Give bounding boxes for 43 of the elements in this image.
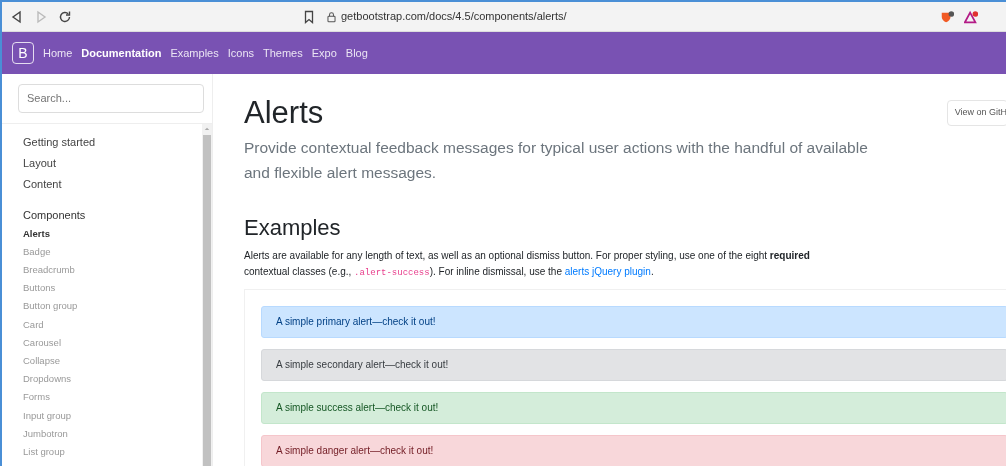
nav-link[interactable]: Blog [345,44,368,62]
sidebar-item[interactable]: Badge [23,242,51,261]
sidebar-item[interactable]: Forms [23,388,50,407]
triangle-icon[interactable] [964,9,978,24]
scrollbar[interactable] [202,123,212,466]
sidebar-item[interactable]: List group [23,442,65,462]
brand-logo[interactable]: B [12,42,34,64]
nav-link[interactable]: Examples [170,44,219,62]
sidebar-item[interactable]: Alerts [23,224,50,243]
nav-link[interactable]: Themes [263,44,303,62]
back-icon[interactable] [10,9,24,24]
page-title: Alerts [244,94,324,132]
sidebar-item[interactable]: Dropdowns [23,370,72,389]
section-heading: Examples [244,215,342,242]
sidebar-item[interactable]: Content [23,173,62,195]
search-field[interactable]: Search... [18,84,204,113]
nav-link[interactable]: Documentation [81,44,162,62]
sidebar-item[interactable]: Getting started [23,131,96,153]
alert-message: A simple secondary alert—check it out! [261,348,1006,381]
nav-link[interactable]: Expo [311,44,337,62]
sidebar-item[interactable]: Button group [23,297,78,316]
sidebar-item[interactable]: Input group [23,406,72,425]
alert-message: A simple success alert—check it out! [261,391,1006,424]
sidebar-heading: Components [23,207,87,223]
lead-text: Provide contextual feedback messages for typical user actions with the handful of available and flexible alert messages. [244,138,869,184]
reload-icon[interactable] [58,9,72,24]
address-text: getbootstrap.com/docs/4.5/components/alerts/ [341,9,567,25]
docs-link[interactable]: alerts jQuery plugin [564,265,651,277]
github-button[interactable]: View on GitH [946,100,1006,126]
shield-icon[interactable] [940,9,954,24]
sidebar-item[interactable]: Collapse [23,351,60,371]
lock-icon [326,9,337,24]
sidebar-item[interactable]: Buttons [23,279,56,298]
sidebar-item[interactable]: Breadcrumb [23,260,75,280]
nav-link[interactable]: Home [43,44,73,62]
bookmark-icon[interactable] [302,9,316,24]
sidebar-item[interactable]: Carousel [23,333,62,352]
sidebar-item[interactable]: Layout [23,152,57,174]
alert-message: A simple primary alert—check it out! [261,305,1006,338]
sidebar-item[interactable]: Jumbotron [23,424,68,443]
sidebar-item[interactable]: Card [23,315,44,334]
alert-message: A simple danger alert—check it out! [261,434,1006,466]
nav-link[interactable]: Icons [227,44,254,62]
